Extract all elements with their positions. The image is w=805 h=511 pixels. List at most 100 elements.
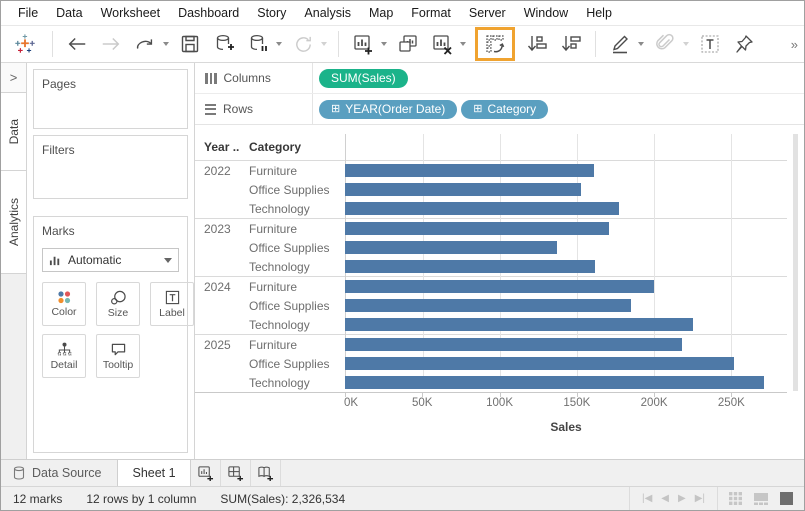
year-column-header[interactable]: Year ..: [195, 140, 249, 154]
toolbar-more-chevron[interactable]: »: [791, 37, 800, 52]
collapse-panel-chevron-icon[interactable]: >: [1, 63, 26, 93]
back-button[interactable]: [63, 29, 91, 59]
previous-sheet-icon[interactable]: ◀: [661, 493, 669, 504]
tableau-logo-icon[interactable]: [11, 29, 39, 59]
new-datasource-icon[interactable]: [210, 29, 238, 59]
category-label[interactable]: Office Supplies: [249, 183, 345, 197]
last-sheet-icon[interactable]: ▶|: [695, 493, 705, 504]
menu-item-file[interactable]: File: [9, 6, 47, 20]
category-label[interactable]: Technology: [249, 202, 345, 216]
toolbar-divider: [52, 31, 53, 57]
color-button[interactable]: Color: [42, 282, 86, 326]
category-label[interactable]: Furniture: [249, 338, 345, 352]
next-sheet-icon[interactable]: ▶: [678, 493, 686, 504]
side-tab-strip: > Data Analytics: [1, 63, 27, 459]
tab-analytics[interactable]: Analytics: [1, 171, 26, 274]
bar-mark[interactable]: [345, 318, 693, 331]
category-label[interactable]: Technology: [249, 260, 345, 274]
sort-ascending-icon[interactable]: [523, 29, 551, 59]
category-label[interactable]: Furniture: [249, 164, 345, 178]
first-sheet-icon[interactable]: |◀: [642, 493, 652, 504]
expand-icon[interactable]: ⊞: [473, 104, 482, 115]
forward-button[interactable]: [97, 29, 125, 59]
menu-item-map[interactable]: Map: [360, 6, 402, 20]
bar-mark[interactable]: [345, 202, 619, 215]
menu-item-story[interactable]: Story: [248, 6, 295, 20]
category-label[interactable]: Office Supplies: [249, 299, 345, 313]
columns-icon: [205, 73, 217, 84]
new-worksheet-caret[interactable]: [381, 42, 387, 46]
new-story-tab-button[interactable]: [251, 460, 281, 486]
detail-button[interactable]: Detail: [42, 334, 86, 378]
menu-item-worksheet[interactable]: Worksheet: [92, 6, 170, 20]
menu-item-window[interactable]: Window: [515, 6, 577, 20]
viz-area: Year .. Category 2022FurnitureOffice Sup…: [195, 125, 804, 459]
clear-sheet-caret[interactable]: [460, 42, 466, 46]
year-label[interactable]: 2023: [195, 222, 249, 236]
refresh-icon: [289, 29, 317, 59]
show-tabs-icon[interactable]: [779, 491, 794, 506]
chevron-down-icon: [164, 258, 172, 263]
pill-year-order-date[interactable]: ⊞ YEAR(Order Date): [319, 100, 457, 119]
pause-updates-icon[interactable]: [244, 29, 272, 59]
highlight-pen-caret[interactable]: [638, 42, 644, 46]
tab-sheet-1[interactable]: Sheet 1: [117, 460, 190, 486]
fix-axes-icon[interactable]: [730, 29, 758, 59]
bar-mark[interactable]: [345, 222, 609, 235]
bar-mark[interactable]: [345, 164, 594, 177]
bar-mark[interactable]: [345, 376, 764, 389]
pages-shelf[interactable]: Pages: [33, 69, 188, 129]
menu-item-format[interactable]: Format: [402, 6, 460, 20]
clear-sheet-icon[interactable]: [428, 29, 456, 59]
show-mark-labels-icon[interactable]: [696, 29, 724, 59]
menu-item-server[interactable]: Server: [460, 6, 515, 20]
filters-shelf[interactable]: Filters: [33, 135, 188, 199]
bar-mark[interactable]: [345, 183, 581, 196]
year-label[interactable]: 2025: [195, 338, 249, 352]
bar-mark[interactable]: [345, 280, 654, 293]
pause-updates-caret[interactable]: [276, 42, 282, 46]
filmstrip-icon[interactable]: [753, 491, 769, 506]
save-icon[interactable]: [176, 29, 204, 59]
bar-mark[interactable]: [345, 338, 682, 351]
menu-item-dashboard[interactable]: Dashboard: [169, 6, 248, 20]
new-dashboard-tab-button[interactable]: [221, 460, 251, 486]
bar-mark[interactable]: [345, 260, 595, 273]
x-axis-title[interactable]: Sales: [345, 420, 787, 434]
menu-item-data[interactable]: Data: [47, 6, 91, 20]
menu-item-analysis[interactable]: Analysis: [295, 6, 360, 20]
highlight-pen-icon[interactable]: [606, 29, 634, 59]
tab-data[interactable]: Data: [1, 93, 26, 171]
x-axis[interactable]: 0K50K100K150K200K250K: [345, 393, 787, 411]
redo-icon[interactable]: [131, 29, 159, 59]
vertical-scrollbar[interactable]: [793, 134, 798, 391]
tab-data-source[interactable]: Data Source: [1, 460, 117, 486]
pill-category[interactable]: ⊞ Category: [461, 100, 548, 119]
mark-type-dropdown[interactable]: Automatic: [42, 248, 179, 272]
category-label[interactable]: Office Supplies: [249, 241, 345, 255]
sort-descending-icon[interactable]: [557, 29, 585, 59]
label-button[interactable]: Label: [150, 282, 194, 326]
year-label[interactable]: 2022: [195, 164, 249, 178]
bar-mark[interactable]: [345, 241, 557, 254]
duplicate-sheet-icon[interactable]: [394, 29, 422, 59]
pill-sum-sales[interactable]: SUM(Sales): [319, 69, 408, 88]
category-column-header[interactable]: Category: [249, 140, 345, 154]
category-label[interactable]: Furniture: [249, 222, 345, 236]
year-label[interactable]: 2024: [195, 280, 249, 294]
menu-item-help[interactable]: Help: [577, 6, 621, 20]
bar-mark[interactable]: [345, 357, 734, 370]
expand-icon[interactable]: ⊞: [331, 104, 340, 115]
size-button[interactable]: Size: [96, 282, 140, 326]
sheet-sorter-icon[interactable]: [728, 491, 743, 506]
swap-rows-columns-icon[interactable]: [481, 29, 509, 59]
category-label[interactable]: Furniture: [249, 280, 345, 294]
bar-mark[interactable]: [345, 299, 631, 312]
category-label[interactable]: Technology: [249, 376, 345, 390]
category-label[interactable]: Technology: [249, 318, 345, 332]
category-label[interactable]: Office Supplies: [249, 357, 345, 371]
new-worksheet-tab-button[interactable]: [191, 460, 221, 486]
redo-caret[interactable]: [163, 42, 169, 46]
tooltip-button[interactable]: Tooltip: [96, 334, 140, 378]
new-worksheet-icon[interactable]: [349, 29, 377, 59]
